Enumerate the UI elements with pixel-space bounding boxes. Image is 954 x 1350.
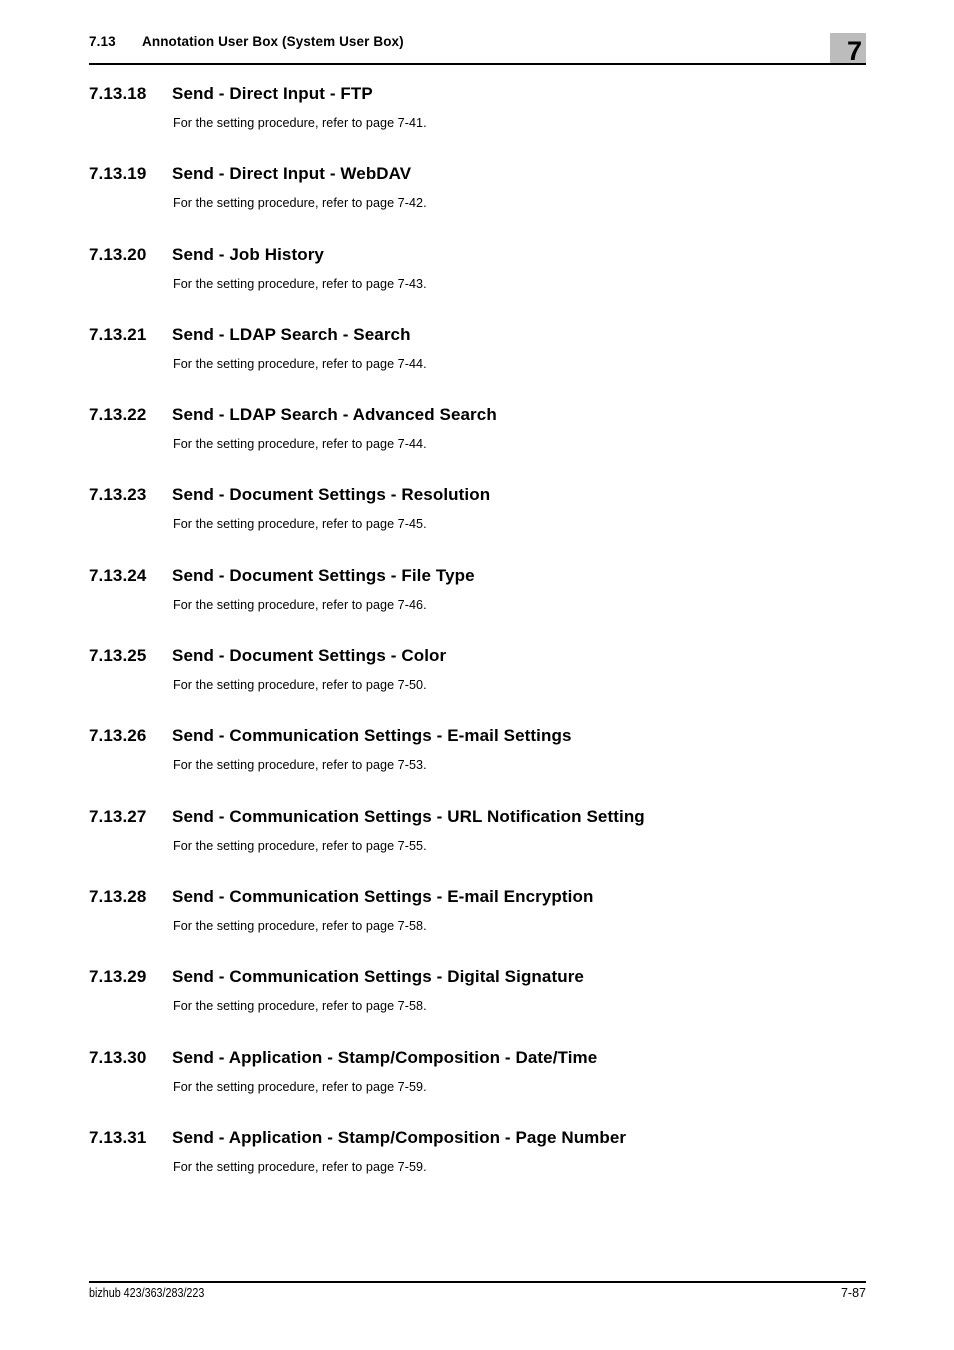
- section-title: Send - LDAP Search - Search: [172, 324, 411, 344]
- section-reference-text: For the setting procedure, refer to page…: [173, 116, 427, 130]
- manual-section: 7.13.28 Send - Communication Settings - E…: [89, 887, 879, 967]
- section-heading: 7.13.28 Send - Communication Settings - E…: [89, 887, 879, 913]
- manual-page: 7.13 Annotation User Box (System User Bo…: [0, 0, 954, 1350]
- section-heading: 7.13.20 Send - Job History: [89, 245, 879, 271]
- manual-section: 7.13.21 Send - LDAP Search - Search For th…: [89, 325, 879, 405]
- manual-section: 7.13.29 Send - Communication Settings - D…: [89, 967, 879, 1047]
- section-heading: 7.13.19 Send - Direct Input - WebDAV: [89, 164, 879, 190]
- manual-section: 7.13.18 Send - Direct Input - FTP For the …: [89, 84, 879, 164]
- section-title: Send - Document Settings - File Type: [172, 565, 475, 585]
- section-heading: 7.13.30 Send - Application - Stamp/Compos…: [89, 1048, 879, 1074]
- manual-section: 7.13.24 Send - Document Settings - File T…: [89, 566, 879, 646]
- chapter-badge: 7: [830, 33, 866, 66]
- section-number: 7.13.31: [89, 1127, 147, 1147]
- section-number: 7.13.30: [89, 1047, 147, 1067]
- section-reference-text: For the setting procedure, refer to page…: [173, 838, 427, 853]
- section-number: 7.13.25: [89, 646, 147, 666]
- section-heading: 7.13.22 Send - LDAP Search - Advanced Sea…: [89, 405, 879, 431]
- running-header: 7.13 Annotation User Box (System User Bo…: [89, 33, 866, 66]
- manual-section: 7.13.31 Send - Application - Stamp/Compos…: [89, 1128, 879, 1208]
- section-number: 7.13.18: [89, 84, 147, 103]
- manual-section: 7.13.26 Send - Communication Settings - E…: [89, 726, 879, 806]
- section-reference-text: For the setting procedure, refer to page…: [173, 1079, 427, 1094]
- manual-section: 7.13.30 Send - Application - Stamp/Compos…: [89, 1048, 879, 1128]
- section-heading: 7.13.21 Send - LDAP Search - Search: [89, 325, 879, 351]
- manual-section: 7.13.23 Send - Document Settings - Resolu…: [89, 485, 879, 565]
- section-heading: 7.13.24 Send - Document Settings - File T…: [89, 566, 879, 592]
- running-footer: bizhub 423/363/283/223 7-87: [89, 1286, 866, 1306]
- header-section-title: Annotation User Box (System User Box): [142, 34, 404, 49]
- section-reference-text: For the setting procedure, refer to page…: [173, 437, 427, 452]
- header-divider: [89, 63, 866, 65]
- section-number: 7.13.21: [89, 324, 147, 344]
- manual-section: 7.13.20 Send - Job History For the setting…: [89, 245, 879, 325]
- section-list: 7.13.18 Send - Direct Input - FTP For the …: [89, 84, 879, 1208]
- section-number: 7.13.24: [89, 565, 147, 585]
- section-reference-text: For the setting procedure, refer to page…: [173, 1159, 427, 1174]
- section-title: Send - Document Settings - Resolution: [172, 485, 491, 505]
- manual-section: 7.13.25 Send - Document Settings - Color F…: [89, 646, 879, 726]
- section-reference-text: For the setting procedure, refer to page…: [173, 678, 427, 693]
- manual-section: 7.13.19 Send - Direct Input - WebDAV For t…: [89, 164, 879, 244]
- chapter-badge-number: 7: [846, 36, 862, 66]
- section-title: Send - Communication Settings - E-mail S…: [172, 726, 572, 746]
- section-reference-text: For the setting procedure, refer to page…: [173, 597, 427, 612]
- section-title: Send - Direct Input - WebDAV: [172, 164, 412, 184]
- section-number: 7.13.19: [89, 164, 147, 184]
- manual-section: 7.13.27 Send - Communication Settings - U…: [89, 807, 879, 887]
- section-title: Send - LDAP Search - Advanced Search: [172, 405, 497, 425]
- section-heading: 7.13.18 Send - Direct Input - FTP: [89, 84, 879, 110]
- section-heading: 7.13.26 Send - Communication Settings - E…: [89, 726, 879, 752]
- section-reference-text: For the setting procedure, refer to page…: [173, 758, 427, 773]
- section-number: 7.13.22: [89, 405, 147, 425]
- section-heading: 7.13.29 Send - Communication Settings - D…: [89, 967, 879, 993]
- section-reference-text: For the setting procedure, refer to page…: [173, 276, 427, 291]
- section-number: 7.13.27: [89, 806, 147, 826]
- section-title: Send - Application - Stamp/Composition -…: [172, 1047, 598, 1067]
- footer-product-name: bizhub 423/363/283/223: [89, 1286, 205, 1300]
- section-title: Send - Job History: [172, 244, 324, 264]
- section-heading: 7.13.25 Send - Document Settings - Color: [89, 646, 879, 672]
- section-heading: 7.13.27 Send - Communication Settings - U…: [89, 807, 879, 833]
- section-heading: 7.13.23 Send - Document Settings - Resolu…: [89, 485, 879, 511]
- section-reference-text: For the setting procedure, refer to page…: [173, 517, 427, 532]
- section-title: Send - Application - Stamp/Composition -…: [172, 1127, 627, 1147]
- header-section-number: 7.13: [89, 34, 116, 49]
- footer-page-number: 7-87: [840, 1286, 866, 1300]
- section-reference-text: For the setting procedure, refer to page…: [173, 918, 427, 933]
- section-title: Send - Communication Settings - URL Noti…: [172, 806, 645, 826]
- section-title: Send - Communication Settings - E-mail E…: [172, 886, 594, 906]
- section-title: Send - Communication Settings - Digital …: [172, 967, 584, 987]
- section-reference-text: For the setting procedure, refer to page…: [173, 356, 427, 371]
- section-reference-text: For the setting procedure, refer to page…: [173, 196, 427, 211]
- section-heading: 7.13.31 Send - Application - Stamp/Compos…: [89, 1128, 879, 1154]
- manual-section: 7.13.22 Send - LDAP Search - Advanced Sea…: [89, 405, 879, 485]
- section-number: 7.13.20: [89, 244, 147, 264]
- section-number: 7.13.29: [89, 967, 147, 987]
- section-number: 7.13.28: [89, 886, 147, 906]
- section-title: Send - Direct Input - FTP: [172, 84, 373, 103]
- section-reference-text: For the setting procedure, refer to page…: [173, 999, 427, 1014]
- section-number: 7.13.26: [89, 726, 147, 746]
- section-title: Send - Document Settings - Color: [172, 646, 447, 666]
- footer-divider: [89, 1281, 866, 1283]
- section-number: 7.13.23: [89, 485, 147, 505]
